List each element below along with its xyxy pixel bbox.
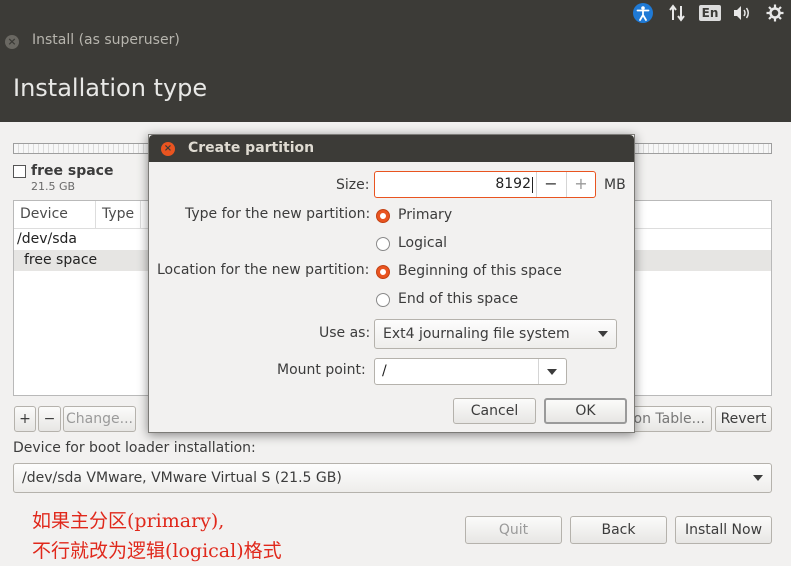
create-partition-dialog: × Create partition Size: 8192 − + MB Typ… — [148, 134, 635, 433]
ok-button[interactable]: OK — [544, 398, 627, 424]
column-header-device[interactable]: Device — [14, 201, 96, 228]
change-label: Change... — [66, 411, 133, 427]
keyboard-layout-icon[interactable]: En — [698, 2, 722, 24]
beginning-radio[interactable] — [376, 265, 390, 279]
end-radio[interactable] — [376, 293, 390, 307]
device-cell: /dev/sda — [17, 231, 77, 247]
annotation-line-2: 不行就改为逻辑(logical)格式 — [32, 540, 282, 562]
add-label: + — [19, 411, 31, 427]
type-label: Type for the new partition: — [185, 206, 371, 222]
dialog-title: Create partition — [188, 140, 315, 156]
settings-gear-icon[interactable] — [764, 2, 786, 24]
revert-label: Revert — [720, 411, 767, 427]
keyboard-layout-label: En — [698, 5, 722, 21]
back-button[interactable]: Back — [570, 516, 667, 544]
chevron-down-icon — [598, 331, 608, 337]
logical-radio-label[interactable]: Logical — [398, 235, 447, 251]
text-cursor — [532, 177, 533, 193]
mount-point-value: / — [382, 363, 387, 379]
new-partition-table-button[interactable]: ion Table... — [626, 406, 712, 432]
volume-icon[interactable] — [731, 2, 753, 24]
install-now-label: Install Now — [684, 522, 763, 538]
size-label: Size: — [336, 177, 370, 193]
device-cell: free space — [24, 252, 98, 268]
size-unit: MB — [604, 177, 626, 193]
boot-loader-value: /dev/sda VMware, VMware Virtual S (21.5 … — [22, 470, 342, 486]
annotation-line-1: 如果主分区(primary), — [32, 510, 225, 532]
chevron-down-icon[interactable] — [538, 359, 566, 384]
add-partition-button[interactable]: + — [14, 406, 36, 432]
beginning-radio-label[interactable]: Beginning of this space — [398, 263, 562, 279]
free-space-legend-box — [13, 165, 26, 178]
boot-loader-select[interactable]: /dev/sda VMware, VMware Virtual S (21.5 … — [13, 463, 772, 493]
end-radio-label[interactable]: End of this space — [398, 291, 518, 307]
size-spinbutton[interactable]: 8192 − + — [374, 171, 596, 198]
size-value: 8192 — [495, 176, 531, 192]
free-space-legend-label: free space — [31, 163, 114, 179]
install-now-button[interactable]: Install Now — [675, 516, 772, 544]
page-title: Installation type — [13, 74, 208, 102]
remove-partition-button[interactable]: − — [38, 406, 61, 432]
size-increment-button[interactable]: + — [566, 172, 595, 197]
chevron-down-icon — [753, 475, 763, 481]
revert-button[interactable]: Revert — [715, 406, 772, 432]
boot-loader-label: Device for boot loader installation: — [13, 440, 256, 456]
mount-point-combo[interactable]: / — [374, 358, 567, 385]
mount-point-label: Mount point: — [277, 362, 366, 378]
ok-label: OK — [575, 403, 596, 419]
column-header-type[interactable]: Type — [96, 201, 141, 228]
cancel-label: Cancel — [470, 403, 519, 419]
dialog-close-icon[interactable]: × — [161, 142, 175, 156]
window-title: Install (as superuser) — [32, 32, 180, 48]
back-label: Back — [601, 522, 636, 538]
top-panel: En — [0, 0, 791, 27]
use-as-select[interactable]: Ext4 journaling file system — [374, 319, 617, 349]
dialog-titlebar: × Create partition — [149, 135, 634, 162]
new-partition-table-label: ion Table... — [629, 411, 705, 427]
primary-radio[interactable] — [376, 209, 390, 223]
network-arrows-icon[interactable] — [666, 2, 688, 24]
accessibility-icon[interactable] — [632, 2, 654, 24]
remove-label: − — [43, 411, 56, 427]
size-decrement-button[interactable]: − — [536, 172, 565, 197]
primary-radio-label[interactable]: Primary — [398, 207, 452, 223]
logical-radio[interactable] — [376, 237, 390, 251]
quit-label: Quit — [498, 522, 529, 538]
use-as-label: Use as: — [319, 325, 371, 341]
quit-button[interactable]: Quit — [465, 516, 562, 544]
location-label: Location for the new partition: — [157, 262, 370, 278]
window-close-icon[interactable]: × — [5, 35, 19, 49]
cancel-button[interactable]: Cancel — [453, 398, 536, 424]
free-space-legend-size: 21.5 GB — [31, 180, 76, 193]
use-as-value: Ext4 journaling file system — [383, 326, 570, 342]
change-partition-button[interactable]: Change... — [63, 406, 136, 432]
